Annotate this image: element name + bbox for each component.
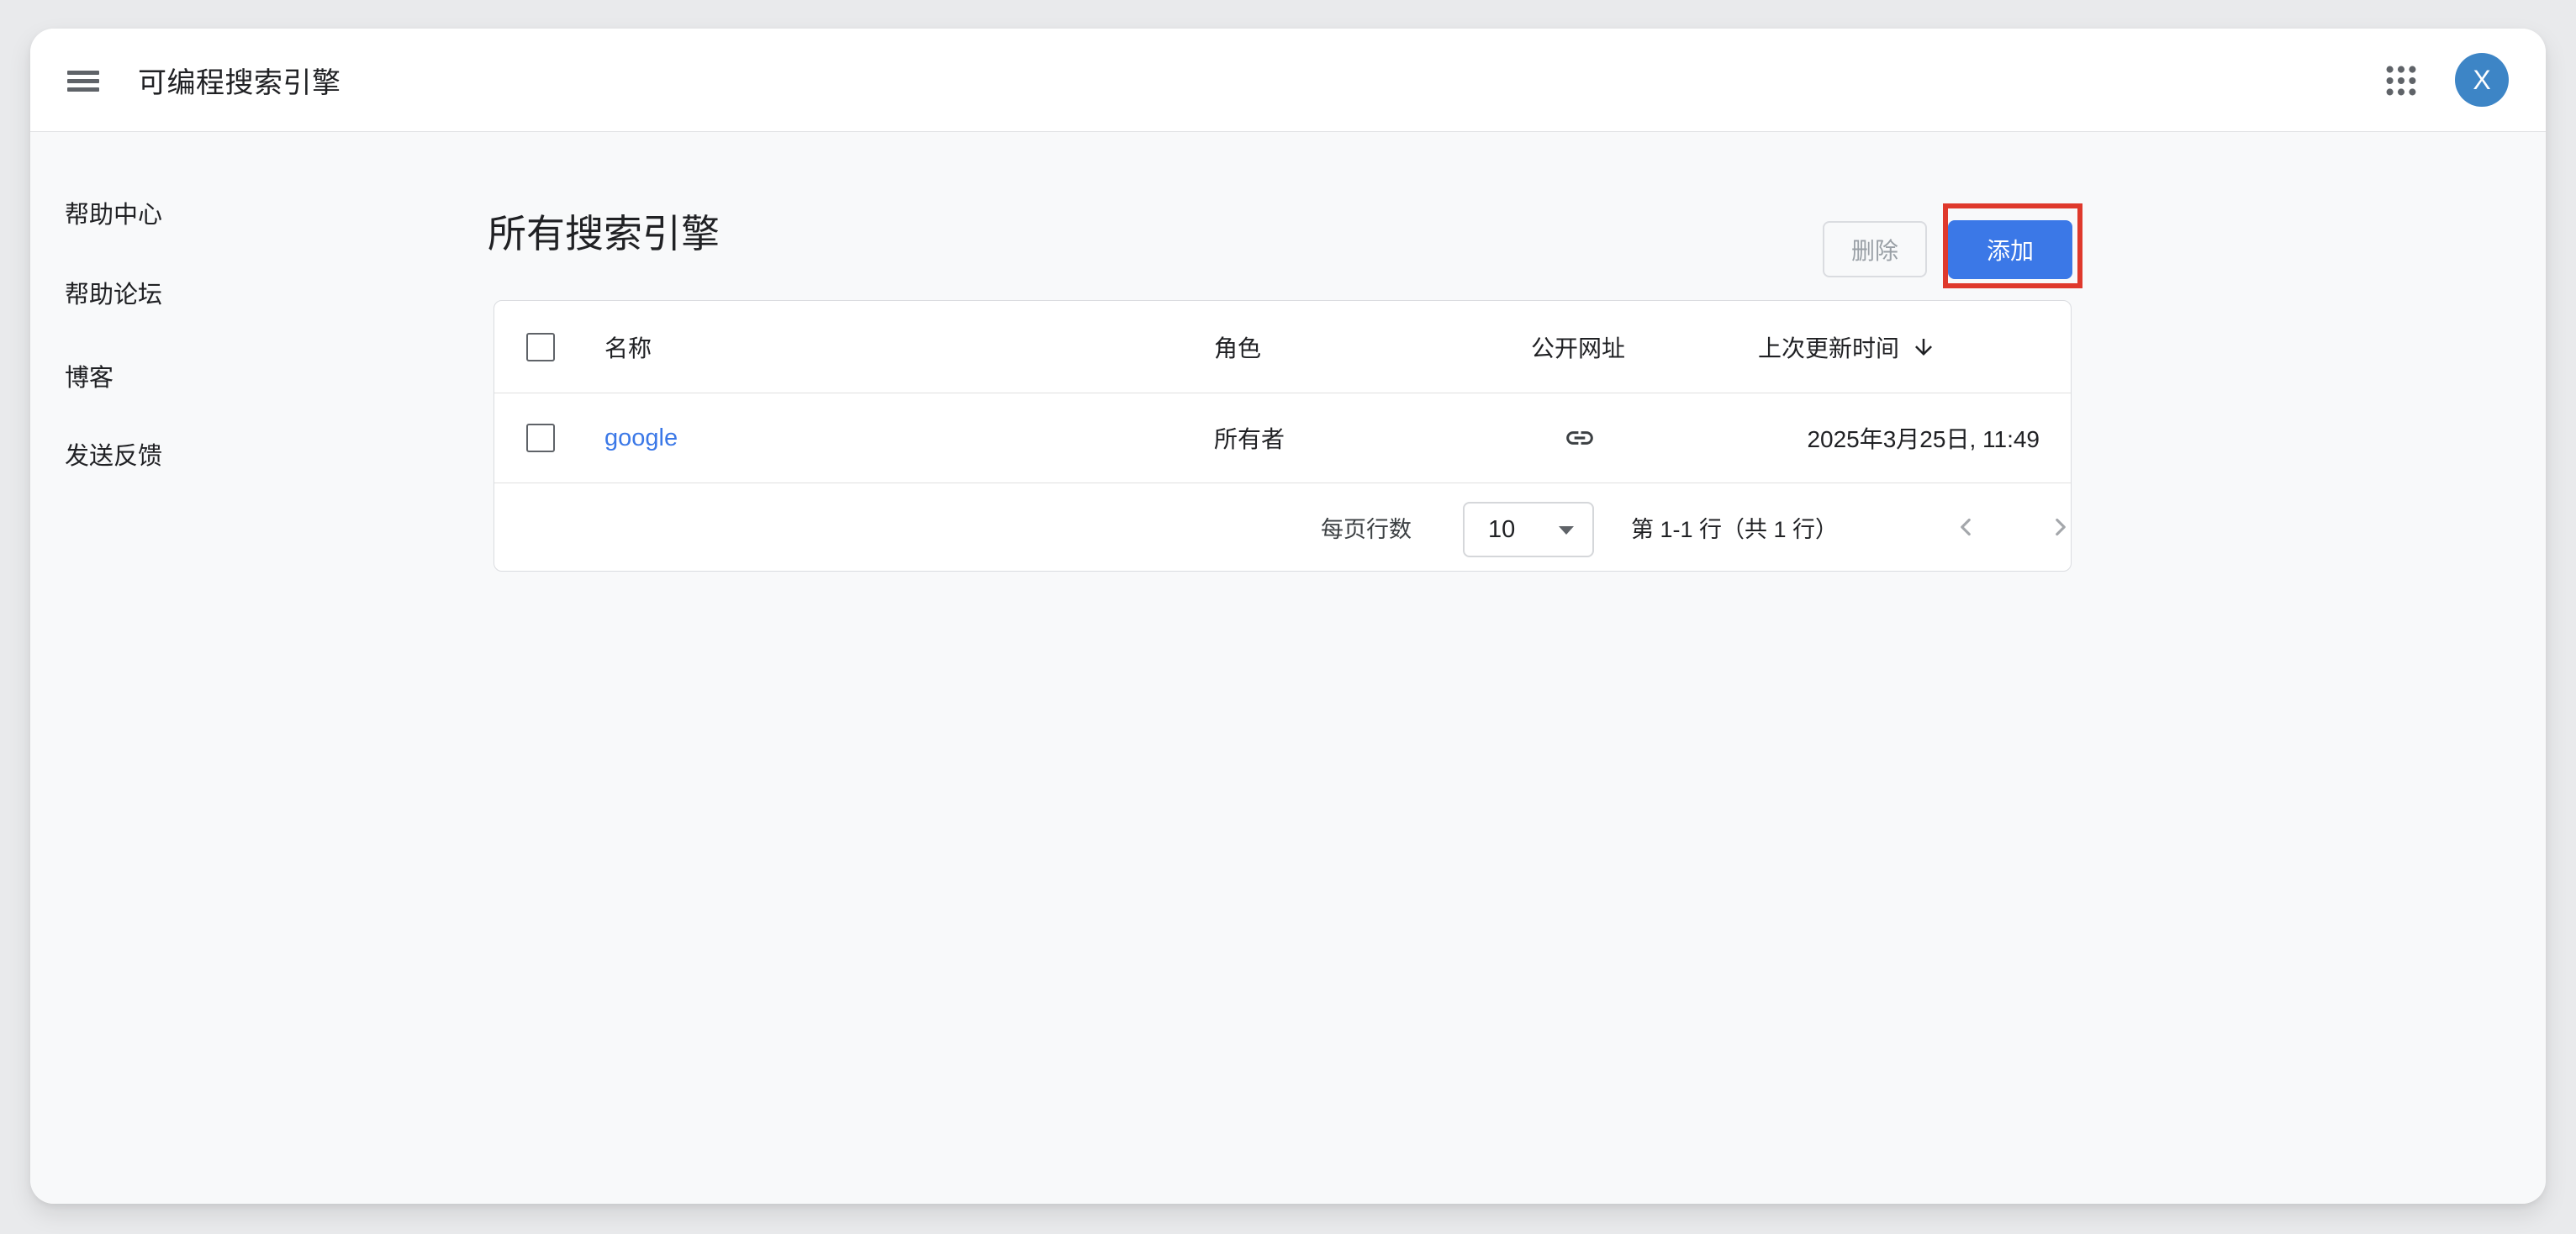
app-window: 可编程搜索引擎 X 帮助中心 帮助论坛 博客 发送反馈 所有搜索引擎 删除 添加 [30, 29, 2546, 1204]
page-title: 所有搜索引擎 [488, 209, 720, 258]
sidebar-item-help-forum[interactable]: 帮助论坛 [65, 279, 162, 306]
avatar[interactable]: X [2455, 53, 2509, 107]
sidebar-item-help-center[interactable]: 帮助中心 [65, 199, 162, 226]
column-header-last-updated-label: 上次更新时间 [1758, 330, 1899, 364]
table-header-row: 名称 角色 公开网址 上次更新时间 [494, 301, 2071, 393]
engine-name-link[interactable]: google [604, 393, 678, 483]
content-area: 帮助中心 帮助论坛 博客 发送反馈 所有搜索引擎 删除 添加 名称 角色 公开网… [30, 132, 2546, 1204]
rows-per-page-value: 10 [1488, 516, 1515, 544]
menu-icon[interactable] [67, 63, 101, 98]
sort-arrow-down-icon [1911, 335, 1936, 360]
chevron-right-icon [2046, 513, 2075, 541]
public-url-cell[interactable] [1531, 393, 1628, 483]
column-header-name[interactable]: 名称 [604, 301, 652, 393]
app-title: 可编程搜索引擎 [138, 29, 341, 132]
chevron-left-icon [1951, 513, 1980, 541]
search-engines-table: 名称 角色 公开网址 上次更新时间 google 所有者 [494, 300, 2072, 572]
pagination-row: 每页行数 10 第 1-1 行（共 1 行） [494, 483, 2071, 571]
menu-bar [67, 71, 99, 75]
next-page-button[interactable] [2042, 509, 2079, 546]
menu-bar [67, 87, 99, 92]
rows-per-page-select[interactable]: 10 [1463, 502, 1594, 557]
table-row: google 所有者 2025年3月25日, 11:49 [494, 393, 2071, 483]
column-header-last-updated[interactable]: 上次更新时间 [1758, 301, 1936, 393]
engine-role: 所有者 [1214, 393, 1285, 483]
select-all-checkbox[interactable] [526, 333, 555, 361]
app-bar: 可编程搜索引擎 X [30, 29, 2546, 132]
caret-down-icon [1559, 526, 1574, 535]
avatar-letter: X [2473, 65, 2490, 96]
sidebar-item-feedback[interactable]: 发送反馈 [65, 440, 162, 467]
last-updated-value: 2025年3月25日, 11:49 [1807, 393, 2040, 483]
apps-grid-glyph [2382, 61, 2420, 100]
menu-bar [67, 79, 99, 83]
sidebar-item-blog[interactable]: 博客 [65, 362, 113, 389]
row-checkbox[interactable] [526, 424, 555, 452]
rows-per-page-label: 每页行数 [1321, 483, 1412, 571]
add-button[interactable]: 添加 [1948, 220, 2072, 279]
previous-page-button[interactable] [1947, 509, 1984, 546]
column-header-public-url[interactable]: 公开网址 [1531, 301, 1625, 393]
apps-grid-icon[interactable] [2381, 61, 2421, 101]
pagination-range-label: 第 1-1 行（共 1 行） [1631, 483, 1838, 571]
column-header-role[interactable]: 角色 [1214, 301, 1261, 393]
link-icon [1564, 422, 1596, 454]
delete-button[interactable]: 删除 [1823, 221, 1927, 277]
